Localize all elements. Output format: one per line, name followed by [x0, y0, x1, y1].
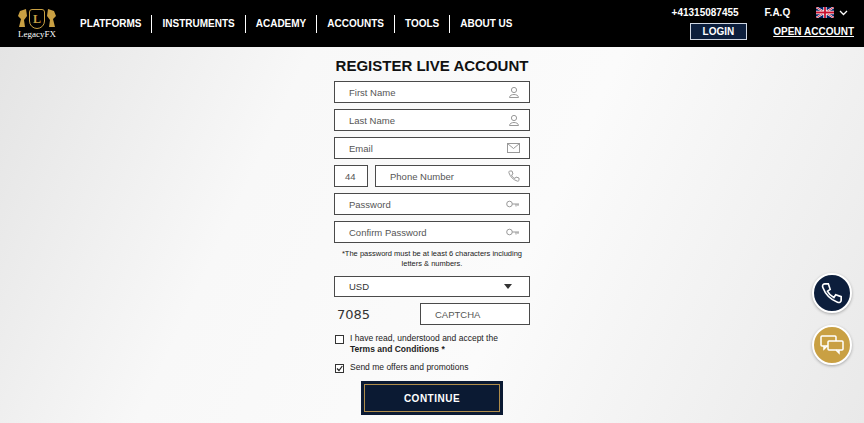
- country-code-field[interactable]: 44: [334, 165, 368, 187]
- chat-icon: [820, 335, 844, 355]
- input-field[interactable]: Last Name: [334, 109, 530, 131]
- field-row: Last Name: [334, 109, 530, 131]
- page: LLegacyFX PLATFORMSINSTRUMENTSACADEMYACCO…: [0, 0, 864, 423]
- input-field[interactable]: Phone Number: [375, 165, 530, 187]
- register-form: REGISTER LIVE ACCOUNTFirst NameLast Name…: [334, 47, 530, 423]
- input-field[interactable]: Confirm Password: [334, 221, 530, 243]
- checkbox-row[interactable]: I have read, understood and accept theTe…: [334, 333, 530, 355]
- key-icon: [506, 228, 520, 236]
- uk-flag-icon: [816, 7, 834, 18]
- field-row: Email: [334, 137, 530, 159]
- chat-button[interactable]: [812, 325, 852, 365]
- checkbox[interactable]: [335, 364, 344, 373]
- mail-icon: [507, 143, 520, 153]
- phone-number[interactable]: +41315087455: [672, 7, 739, 18]
- tick-icon: [336, 365, 343, 372]
- nav-item[interactable]: PLATFORMS: [80, 15, 151, 33]
- logo-text: LegacyFX: [18, 30, 56, 40]
- phone-icon: [821, 282, 843, 304]
- nav-item[interactable]: ABOUT US: [449, 15, 522, 33]
- user-icon: [508, 86, 520, 98]
- nav-item[interactable]: TOOLS: [394, 15, 449, 33]
- field-row: Confirm Password: [334, 221, 530, 243]
- faq-link[interactable]: F.A.Q: [765, 7, 791, 18]
- open-account-link[interactable]: OPEN ACCOUNT: [773, 26, 854, 37]
- nav-item[interactable]: ACADEMY: [245, 15, 317, 33]
- call-button[interactable]: [812, 273, 852, 313]
- user-icon: [508, 114, 520, 126]
- main-nav: PLATFORMSINSTRUMENTSACADEMYACCOUNTSTOOLS…: [80, 15, 522, 33]
- lion-icon: [46, 7, 58, 29]
- phone-icon: [508, 170, 520, 182]
- field-row: First Name: [334, 81, 530, 103]
- currency-select[interactable]: USD: [334, 276, 530, 297]
- checkbox[interactable]: [335, 335, 344, 344]
- header-right: +41315087455 F.A.Q LOGIN OPEN ACCOUNT: [672, 7, 854, 40]
- checkbox-row[interactable]: Send me offers and promotions: [334, 362, 530, 373]
- captcha-row: 7085CAPTCHA: [334, 303, 530, 325]
- input-field[interactable]: First Name: [334, 81, 530, 103]
- field-row: 44 Phone Number: [334, 165, 530, 187]
- logo[interactable]: LLegacyFX: [8, 7, 66, 40]
- input-field[interactable]: Password: [334, 193, 530, 215]
- captcha-field[interactable]: CAPTCHA: [420, 303, 530, 325]
- continue-button[interactable]: CONTINUE: [361, 381, 503, 415]
- chevron-down-icon: [839, 10, 848, 16]
- nav-item[interactable]: ACCOUNTS: [316, 15, 394, 33]
- login-button[interactable]: LOGIN: [690, 23, 748, 40]
- password-note: *The password must be at least 6 charact…: [334, 249, 530, 269]
- top-bar: LLegacyFX PLATFORMSINSTRUMENTSACADEMYACCO…: [0, 0, 864, 47]
- shield: L: [29, 9, 45, 29]
- language-selector[interactable]: [816, 7, 848, 18]
- field-row: Password: [334, 193, 530, 215]
- crest: L: [16, 7, 58, 29]
- caret-down-icon: [504, 284, 512, 289]
- captcha-code: 7085: [334, 307, 420, 322]
- main-area: REGISTER LIVE ACCOUNT First Name Last Name…: [0, 47, 864, 423]
- form-title: REGISTER LIVE ACCOUNT: [314, 56, 550, 76]
- key-icon: [506, 200, 520, 208]
- lion-icon: [16, 7, 28, 29]
- terms-link[interactable]: Terms and Conditions *: [350, 344, 498, 355]
- input-field[interactable]: Email: [334, 137, 530, 159]
- nav-item[interactable]: INSTRUMENTS: [151, 15, 244, 33]
